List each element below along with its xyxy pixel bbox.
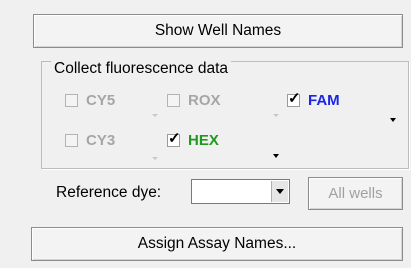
checkbox-fam[interactable]: ✓ FAM: [287, 90, 340, 109]
checkbox-label-hex: HEX: [188, 132, 219, 149]
cy3-dropdown-icon[interactable]: [152, 157, 158, 160]
collect-fluorescence-label: Collect fluorescence data: [51, 60, 232, 78]
reference-dye-dropdown-button[interactable]: [271, 181, 288, 202]
checkbox-label-fam: FAM: [308, 92, 340, 109]
checkbox-label-rox: ROX: [188, 92, 221, 109]
rox-dropdown-icon[interactable]: [273, 114, 279, 117]
checkbox-box: [65, 94, 78, 107]
checkbox-hex[interactable]: ✓ HEX: [167, 130, 219, 149]
checkbox-cy5[interactable]: CY5: [65, 92, 115, 109]
show-well-names-button[interactable]: Show Well Names: [33, 14, 403, 48]
hex-dropdown-icon[interactable]: [273, 154, 279, 158]
checkbox-box: [65, 134, 78, 147]
checkbox-box: ✓: [167, 130, 181, 147]
checkbox-rox[interactable]: ROX: [167, 92, 221, 109]
checkbox-label-cy3: CY3: [86, 132, 116, 149]
checkbox-box: [167, 94, 180, 107]
checkbox-label-cy5: CY5: [86, 92, 116, 109]
all-wells-button[interactable]: All wells: [308, 177, 403, 210]
checkmark-icon: ✓: [168, 130, 181, 147]
cy5-dropdown-icon[interactable]: [152, 114, 158, 117]
reference-dye-select[interactable]: [191, 179, 290, 204]
assign-assay-names-button[interactable]: Assign Assay Names...: [31, 227, 403, 261]
chevron-down-icon: [276, 189, 284, 194]
fam-dropdown-icon[interactable]: [390, 118, 396, 122]
checkmark-icon: ✓: [288, 90, 301, 107]
reference-dye-label: Reference dye:: [56, 184, 162, 201]
checkbox-box: ✓: [287, 90, 301, 107]
checkbox-cy3[interactable]: CY3: [65, 132, 115, 149]
